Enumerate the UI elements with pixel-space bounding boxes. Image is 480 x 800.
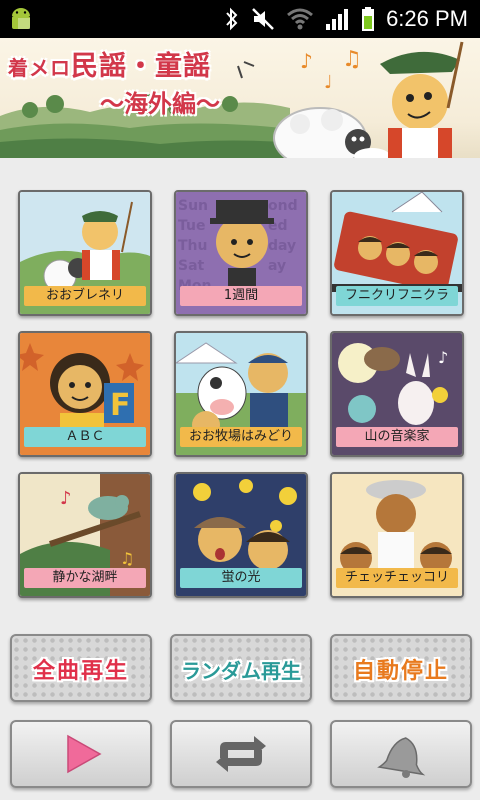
random-play-button[interactable]: ランダム再生: [170, 634, 312, 702]
svg-text:ay: ay: [268, 258, 286, 274]
svg-text:♩: ♩: [324, 72, 333, 93]
svg-text:Tue: Tue: [178, 218, 205, 234]
android-debug-icon: [12, 8, 30, 29]
svg-text:♫: ♫: [120, 549, 134, 568]
play-icon: [67, 734, 102, 774]
status-time: 6:26 PM: [386, 6, 468, 31]
svg-text:♪: ♪: [300, 49, 313, 73]
song-tile-auld-lang-syne[interactable]: 蛍の光: [174, 472, 308, 598]
bell-button[interactable]: [330, 720, 472, 788]
song-label: チェッチェッコリ: [336, 568, 458, 588]
song-tile-che-che-koolay[interactable]: チェッチェッコリ: [330, 472, 464, 598]
status-bar: 6:26 PM: [0, 0, 480, 38]
battery-icon: [362, 7, 374, 31]
song-label: おおブレネリ: [24, 286, 146, 306]
svg-text:day: day: [268, 238, 296, 254]
song-label: 1週間: [180, 286, 302, 306]
song-tile-quiet-lake[interactable]: ♪ ♫ 静かな湖畔: [18, 472, 152, 598]
bell-icon: [377, 737, 426, 778]
banner-subtitle: 〜海外編〜: [100, 90, 220, 118]
repeat-button[interactable]: [170, 720, 312, 788]
song-tile-mountain-musician[interactable]: ♪ ♫ 山の音楽家: [330, 331, 464, 457]
song-tile-oh-pasture[interactable]: おお牧場はみどり: [174, 331, 308, 457]
bluetooth-icon: [226, 7, 238, 31]
song-label: 山の音楽家: [336, 427, 458, 447]
play-button[interactable]: [10, 720, 152, 788]
song-label: おお牧場はみどり: [180, 427, 302, 447]
app-banner: ♪ ♩ ♫ 着メロ民謡・童謡 〜海外編〜: [0, 38, 480, 158]
banner-title-part1: 着メロ: [8, 56, 71, 80]
song-tile-funiculi[interactable]: フニクリフニクラ: [330, 190, 464, 316]
song-label: 蛍の光: [180, 568, 302, 588]
svg-text:♪: ♪: [438, 348, 448, 367]
wifi-icon: [287, 8, 313, 30]
song-label: フニクリフニクラ: [336, 286, 458, 306]
svg-text:ond: ond: [268, 198, 298, 214]
mute-icon: [252, 8, 274, 30]
song-tile-one-week[interactable]: SunTueThuSatMon ondeddayay 1週間: [174, 190, 308, 316]
auto-stop-button[interactable]: 自動停止: [330, 634, 472, 702]
auto-stop-label: 自動停止: [352, 659, 449, 684]
song-tile-o-vreneli[interactable]: おおブレネリ: [18, 190, 152, 316]
repeat-icon: [216, 736, 266, 772]
play-all-button[interactable]: 全曲再生: [10, 634, 152, 702]
svg-text:Thu: Thu: [178, 238, 207, 254]
svg-text:♫: ♫: [342, 47, 362, 72]
svg-text:F: F: [110, 388, 131, 423]
svg-text:Sun: Sun: [178, 198, 208, 214]
banner-title: 着メロ民謡・童謡: [8, 44, 211, 83]
svg-text:♪: ♪: [60, 488, 72, 509]
song-label: ＡＢＣ: [24, 427, 146, 447]
random-play-label: ランダム再生: [181, 659, 301, 683]
svg-text:Sat: Sat: [178, 258, 205, 274]
play-all-label: 全曲再生: [32, 659, 129, 684]
song-label: 静かな湖畔: [24, 568, 146, 588]
signal-icon: [326, 9, 348, 30]
song-tile-abc[interactable]: F ＡＢＣ: [18, 331, 152, 457]
banner-title-part2: 民謡・童謡: [71, 51, 211, 82]
